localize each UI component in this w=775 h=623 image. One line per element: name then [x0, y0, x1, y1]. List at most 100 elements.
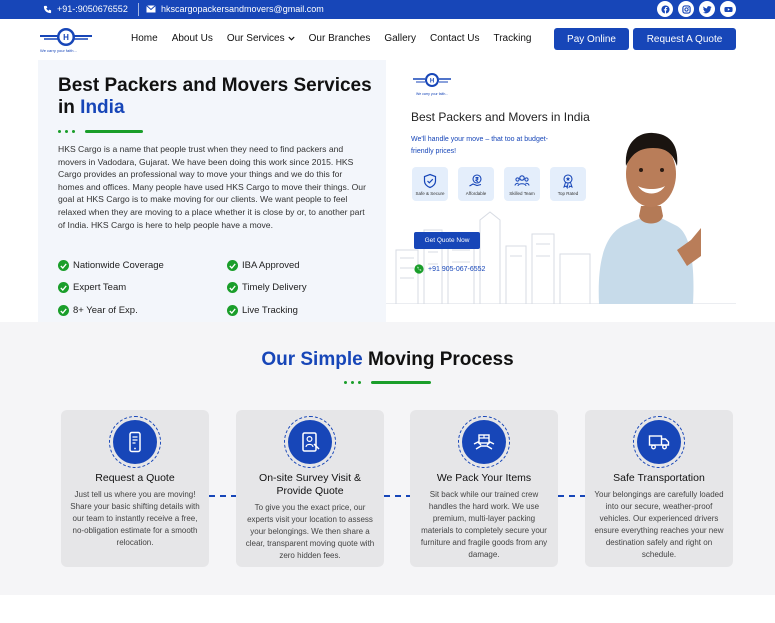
svg-text:H: H: [430, 79, 434, 85]
process-step-card: We Pack Your Items Sit back while our tr…: [410, 410, 558, 567]
feature-item: 8+ Year of Exp.: [58, 305, 138, 316]
rupee-hand-icon: [469, 173, 482, 186]
step-icon-ring: [109, 416, 161, 468]
moving-process-section: Our Simple Moving Process Request a Quot…: [0, 322, 775, 595]
main-nav: H We carry your faith... Home About Us O…: [0, 19, 775, 60]
step-description: Sit back while our trained crew handles …: [420, 490, 548, 559]
hero-title-accent: India: [80, 97, 125, 118]
chevron-down-icon: [287, 36, 295, 41]
check-icon: [58, 282, 69, 293]
nav-item-branches[interactable]: Our Branches: [309, 33, 371, 44]
shield-icon: [423, 173, 437, 188]
badge-top-rated: Top Rated: [550, 167, 586, 201]
step-connector: [209, 495, 237, 497]
feature-label: Nationwide Coverage: [73, 260, 164, 271]
nav-menu: Home About Us Our Services Our Branches …: [131, 33, 545, 44]
feature-item: Timely Delivery: [227, 282, 307, 293]
hero-banner: H We carry your faith... Best Packers an…: [386, 60, 736, 304]
nav-item-gallery[interactable]: Gallery: [384, 33, 416, 44]
feature-label: IBA Approved: [242, 260, 300, 271]
nav-item-contact[interactable]: Contact Us: [430, 33, 479, 44]
page-footer-gap: [0, 595, 775, 623]
topbar-email-text: hkscargopackersandmovers@gmail.com: [161, 4, 324, 14]
banner-phone[interactable]: +91 905-067-6552: [414, 264, 485, 274]
badge-safe-secure: Safe & Secure: [412, 167, 448, 201]
whatsapp-icon: [414, 264, 424, 274]
nav-item-tracking[interactable]: Tracking: [493, 33, 531, 44]
feature-item: Nationwide Coverage: [58, 260, 164, 271]
feature-item: IBA Approved: [227, 260, 300, 271]
process-step-card: Request a Quote Just tell us where you a…: [61, 410, 209, 567]
check-icon: [227, 305, 238, 316]
delivery-truck-icon: [648, 435, 670, 450]
step-title: On-site Survey Visit & Provide Quote: [259, 472, 361, 497]
feature-label: Timely Delivery: [242, 282, 307, 293]
topbar-phone[interactable]: +91-:9050676552: [43, 4, 128, 14]
feature-label: 8+ Year of Exp.: [73, 305, 138, 316]
step-connector: [384, 495, 412, 497]
hero-title: Best Packers and Movers Services in Indi…: [58, 75, 378, 119]
site-logo[interactable]: H We carry your faith...: [38, 25, 94, 55]
phone-icon: [43, 5, 52, 13]
process-divider: [344, 381, 431, 384]
mail-icon: [146, 5, 156, 13]
logo-tagline: We carry your faith...: [40, 48, 77, 53]
banner-phone-text: +91 905-067-6552: [428, 265, 486, 273]
badge-skilled-team: Skilled Team: [504, 167, 540, 201]
step-title: Safe Transportation: [613, 472, 705, 484]
topbar-phone-text: +91-:9050676552: [57, 4, 128, 14]
step-description: Just tell us where you are moving! Share…: [70, 490, 200, 547]
social-links: [657, 1, 736, 17]
hero-divider: [58, 130, 143, 133]
nav-item-home[interactable]: Home: [131, 33, 158, 44]
step-icon-ring: [458, 416, 510, 468]
badge-affordable: Affordable: [458, 167, 494, 201]
feature-label: Expert Team: [73, 282, 127, 293]
badge-label: Safe & Secure: [415, 190, 445, 196]
check-icon: [58, 305, 69, 316]
instagram-icon[interactable]: [678, 1, 694, 17]
smiling-man-illustration: [598, 132, 701, 304]
nav-item-about[interactable]: About Us: [172, 33, 213, 44]
team-icon: [514, 174, 530, 186]
banner-title: Best Packers and Movers in India: [411, 110, 590, 124]
award-icon: [563, 173, 573, 189]
twitter-icon[interactable]: [699, 1, 715, 17]
svg-text:H: H: [63, 33, 69, 42]
badge-label: Affordable: [465, 190, 487, 196]
step-icon-ring: [633, 416, 685, 468]
check-icon: [58, 260, 69, 271]
facebook-icon[interactable]: [657, 1, 673, 17]
process-title-main: Moving Process: [362, 349, 514, 370]
badge-label: Top Rated: [557, 190, 579, 196]
process-step-card: On-site Survey Visit & Provide Quote To …: [236, 410, 384, 567]
topbar-divider: [138, 3, 139, 16]
hero-text-panel: Best Packers and Movers Services in Indi…: [38, 60, 386, 322]
top-bar: +91-:9050676552 hkscargopackersandmovers…: [0, 0, 775, 19]
nav-item-services[interactable]: Our Services: [227, 33, 295, 44]
youtube-icon[interactable]: [720, 1, 736, 17]
survey-document-icon: [302, 432, 320, 452]
banner-subtitle: We'll handle your move – that too at bud…: [411, 136, 549, 155]
pay-online-button[interactable]: Pay Online: [554, 28, 629, 50]
banner-logo: H We carry your faith...: [412, 70, 452, 98]
nav-item-services-label: Our Services: [226, 33, 285, 44]
process-title: Our Simple Moving Process: [0, 349, 775, 371]
feature-item: Expert Team: [58, 282, 126, 293]
step-description: To give you the exact price, our experts…: [245, 503, 375, 560]
get-quote-now-button[interactable]: Get Quote Now: [414, 232, 480, 249]
banner-logo-tagline: We carry your faith...: [416, 92, 449, 96]
badge-label: Skilled Team: [509, 190, 535, 196]
process-title-accent: Our Simple: [261, 349, 363, 370]
mobile-quote-icon: [129, 431, 141, 453]
step-icon-ring: [284, 416, 336, 468]
feature-label: Live Tracking: [242, 305, 298, 316]
feature-item: Live Tracking: [227, 305, 298, 316]
topbar-email[interactable]: hkscargopackersandmovers@gmail.com: [146, 4, 324, 14]
packing-box-hands-icon: [473, 434, 495, 450]
check-icon: [227, 282, 238, 293]
step-description: Your belongings are carefully loaded int…: [594, 490, 724, 559]
request-quote-button[interactable]: Request A Quote: [633, 28, 736, 50]
step-title: Request a Quote: [95, 472, 175, 484]
hero-paragraph: HKS Cargo is a name that people trust wh…: [58, 144, 366, 230]
